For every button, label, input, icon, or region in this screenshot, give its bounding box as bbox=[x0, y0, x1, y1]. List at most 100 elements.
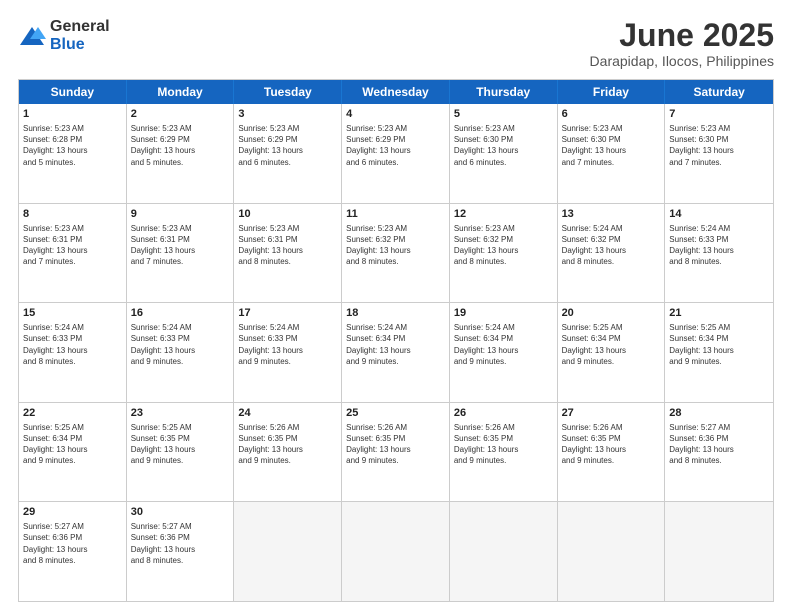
day-number: 12 bbox=[454, 207, 553, 222]
day-info: Sunrise: 5:24 AM Sunset: 6:33 PM Dayligh… bbox=[669, 223, 769, 268]
header-wednesday: Wednesday bbox=[342, 80, 450, 104]
day-number: 23 bbox=[131, 406, 230, 421]
table-row: 13Sunrise: 5:24 AM Sunset: 6:32 PM Dayli… bbox=[558, 204, 666, 303]
day-number: 11 bbox=[346, 207, 445, 222]
day-info: Sunrise: 5:25 AM Sunset: 6:34 PM Dayligh… bbox=[562, 322, 661, 367]
title-block: June 2025 Darapidap, Ilocos, Philippines bbox=[590, 18, 774, 69]
day-info: Sunrise: 5:27 AM Sunset: 6:36 PM Dayligh… bbox=[23, 521, 122, 566]
header-thursday: Thursday bbox=[450, 80, 558, 104]
day-info: Sunrise: 5:24 AM Sunset: 6:34 PM Dayligh… bbox=[346, 322, 445, 367]
header-saturday: Saturday bbox=[665, 80, 773, 104]
table-row: 5Sunrise: 5:23 AM Sunset: 6:30 PM Daylig… bbox=[450, 104, 558, 203]
day-number: 21 bbox=[669, 306, 769, 321]
table-row: 23Sunrise: 5:25 AM Sunset: 6:35 PM Dayli… bbox=[127, 403, 235, 502]
day-info: Sunrise: 5:23 AM Sunset: 6:29 PM Dayligh… bbox=[131, 123, 230, 168]
table-row: 17Sunrise: 5:24 AM Sunset: 6:33 PM Dayli… bbox=[234, 303, 342, 402]
table-row bbox=[558, 502, 666, 601]
table-row: 11Sunrise: 5:23 AM Sunset: 6:32 PM Dayli… bbox=[342, 204, 450, 303]
day-number: 25 bbox=[346, 406, 445, 421]
day-number: 6 bbox=[562, 107, 661, 122]
table-row bbox=[450, 502, 558, 601]
day-number: 15 bbox=[23, 306, 122, 321]
table-row: 22Sunrise: 5:25 AM Sunset: 6:34 PM Dayli… bbox=[19, 403, 127, 502]
logo-text: General Blue bbox=[50, 18, 110, 54]
header-monday: Monday bbox=[127, 80, 235, 104]
header: General Blue June 2025 Darapidap, Ilocos… bbox=[18, 18, 774, 69]
table-row: 9Sunrise: 5:23 AM Sunset: 6:31 PM Daylig… bbox=[127, 204, 235, 303]
table-row: 3Sunrise: 5:23 AM Sunset: 6:29 PM Daylig… bbox=[234, 104, 342, 203]
calendar: Sunday Monday Tuesday Wednesday Thursday… bbox=[18, 79, 774, 602]
table-row: 6Sunrise: 5:23 AM Sunset: 6:30 PM Daylig… bbox=[558, 104, 666, 203]
day-info: Sunrise: 5:23 AM Sunset: 6:30 PM Dayligh… bbox=[669, 123, 769, 168]
table-row: 21Sunrise: 5:25 AM Sunset: 6:34 PM Dayli… bbox=[665, 303, 773, 402]
table-row bbox=[234, 502, 342, 601]
table-row: 18Sunrise: 5:24 AM Sunset: 6:34 PM Dayli… bbox=[342, 303, 450, 402]
logo-icon bbox=[18, 25, 46, 47]
calendar-header: Sunday Monday Tuesday Wednesday Thursday… bbox=[19, 80, 773, 104]
table-row: 30Sunrise: 5:27 AM Sunset: 6:36 PM Dayli… bbox=[127, 502, 235, 601]
logo-general: General bbox=[50, 18, 110, 35]
day-number: 19 bbox=[454, 306, 553, 321]
day-number: 9 bbox=[131, 207, 230, 222]
day-number: 26 bbox=[454, 406, 553, 421]
day-number: 5 bbox=[454, 107, 553, 122]
header-sunday: Sunday bbox=[19, 80, 127, 104]
day-number: 13 bbox=[562, 207, 661, 222]
day-info: Sunrise: 5:25 AM Sunset: 6:34 PM Dayligh… bbox=[23, 422, 122, 467]
header-tuesday: Tuesday bbox=[234, 80, 342, 104]
day-number: 28 bbox=[669, 406, 769, 421]
table-row: 26Sunrise: 5:26 AM Sunset: 6:35 PM Dayli… bbox=[450, 403, 558, 502]
day-info: Sunrise: 5:26 AM Sunset: 6:35 PM Dayligh… bbox=[346, 422, 445, 467]
day-number: 2 bbox=[131, 107, 230, 122]
table-row: 15Sunrise: 5:24 AM Sunset: 6:33 PM Dayli… bbox=[19, 303, 127, 402]
table-row: 20Sunrise: 5:25 AM Sunset: 6:34 PM Dayli… bbox=[558, 303, 666, 402]
table-row: 19Sunrise: 5:24 AM Sunset: 6:34 PM Dayli… bbox=[450, 303, 558, 402]
day-number: 17 bbox=[238, 306, 337, 321]
table-row bbox=[665, 502, 773, 601]
calendar-row: 22Sunrise: 5:25 AM Sunset: 6:34 PM Dayli… bbox=[19, 403, 773, 503]
calendar-row: 29Sunrise: 5:27 AM Sunset: 6:36 PM Dayli… bbox=[19, 502, 773, 601]
logo-blue: Blue bbox=[50, 36, 85, 53]
day-number: 14 bbox=[669, 207, 769, 222]
day-number: 10 bbox=[238, 207, 337, 222]
table-row: 1Sunrise: 5:23 AM Sunset: 6:28 PM Daylig… bbox=[19, 104, 127, 203]
day-number: 22 bbox=[23, 406, 122, 421]
table-row: 25Sunrise: 5:26 AM Sunset: 6:35 PM Dayli… bbox=[342, 403, 450, 502]
day-info: Sunrise: 5:23 AM Sunset: 6:31 PM Dayligh… bbox=[238, 223, 337, 268]
day-number: 1 bbox=[23, 107, 122, 122]
day-number: 30 bbox=[131, 505, 230, 520]
table-row: 12Sunrise: 5:23 AM Sunset: 6:32 PM Dayli… bbox=[450, 204, 558, 303]
day-info: Sunrise: 5:23 AM Sunset: 6:31 PM Dayligh… bbox=[23, 223, 122, 268]
day-info: Sunrise: 5:23 AM Sunset: 6:29 PM Dayligh… bbox=[346, 123, 445, 168]
calendar-row: 8Sunrise: 5:23 AM Sunset: 6:31 PM Daylig… bbox=[19, 204, 773, 304]
table-row bbox=[342, 502, 450, 601]
location: Darapidap, Ilocos, Philippines bbox=[590, 53, 774, 69]
day-info: Sunrise: 5:24 AM Sunset: 6:33 PM Dayligh… bbox=[238, 322, 337, 367]
day-number: 16 bbox=[131, 306, 230, 321]
table-row: 29Sunrise: 5:27 AM Sunset: 6:36 PM Dayli… bbox=[19, 502, 127, 601]
day-number: 29 bbox=[23, 505, 122, 520]
table-row: 28Sunrise: 5:27 AM Sunset: 6:36 PM Dayli… bbox=[665, 403, 773, 502]
day-number: 7 bbox=[669, 107, 769, 122]
table-row: 14Sunrise: 5:24 AM Sunset: 6:33 PM Dayli… bbox=[665, 204, 773, 303]
day-info: Sunrise: 5:23 AM Sunset: 6:30 PM Dayligh… bbox=[562, 123, 661, 168]
day-info: Sunrise: 5:23 AM Sunset: 6:29 PM Dayligh… bbox=[238, 123, 337, 168]
day-number: 3 bbox=[238, 107, 337, 122]
day-info: Sunrise: 5:25 AM Sunset: 6:34 PM Dayligh… bbox=[669, 322, 769, 367]
day-info: Sunrise: 5:23 AM Sunset: 6:31 PM Dayligh… bbox=[131, 223, 230, 268]
table-row: 7Sunrise: 5:23 AM Sunset: 6:30 PM Daylig… bbox=[665, 104, 773, 203]
calendar-row: 1Sunrise: 5:23 AM Sunset: 6:28 PM Daylig… bbox=[19, 104, 773, 204]
day-number: 20 bbox=[562, 306, 661, 321]
day-info: Sunrise: 5:26 AM Sunset: 6:35 PM Dayligh… bbox=[562, 422, 661, 467]
month-title: June 2025 bbox=[590, 18, 774, 53]
table-row: 8Sunrise: 5:23 AM Sunset: 6:31 PM Daylig… bbox=[19, 204, 127, 303]
day-info: Sunrise: 5:24 AM Sunset: 6:32 PM Dayligh… bbox=[562, 223, 661, 268]
day-info: Sunrise: 5:23 AM Sunset: 6:32 PM Dayligh… bbox=[346, 223, 445, 268]
table-row: 24Sunrise: 5:26 AM Sunset: 6:35 PM Dayli… bbox=[234, 403, 342, 502]
day-info: Sunrise: 5:27 AM Sunset: 6:36 PM Dayligh… bbox=[669, 422, 769, 467]
day-info: Sunrise: 5:23 AM Sunset: 6:32 PM Dayligh… bbox=[454, 223, 553, 268]
table-row: 16Sunrise: 5:24 AM Sunset: 6:33 PM Dayli… bbox=[127, 303, 235, 402]
table-row: 2Sunrise: 5:23 AM Sunset: 6:29 PM Daylig… bbox=[127, 104, 235, 203]
header-friday: Friday bbox=[558, 80, 666, 104]
table-row: 10Sunrise: 5:23 AM Sunset: 6:31 PM Dayli… bbox=[234, 204, 342, 303]
